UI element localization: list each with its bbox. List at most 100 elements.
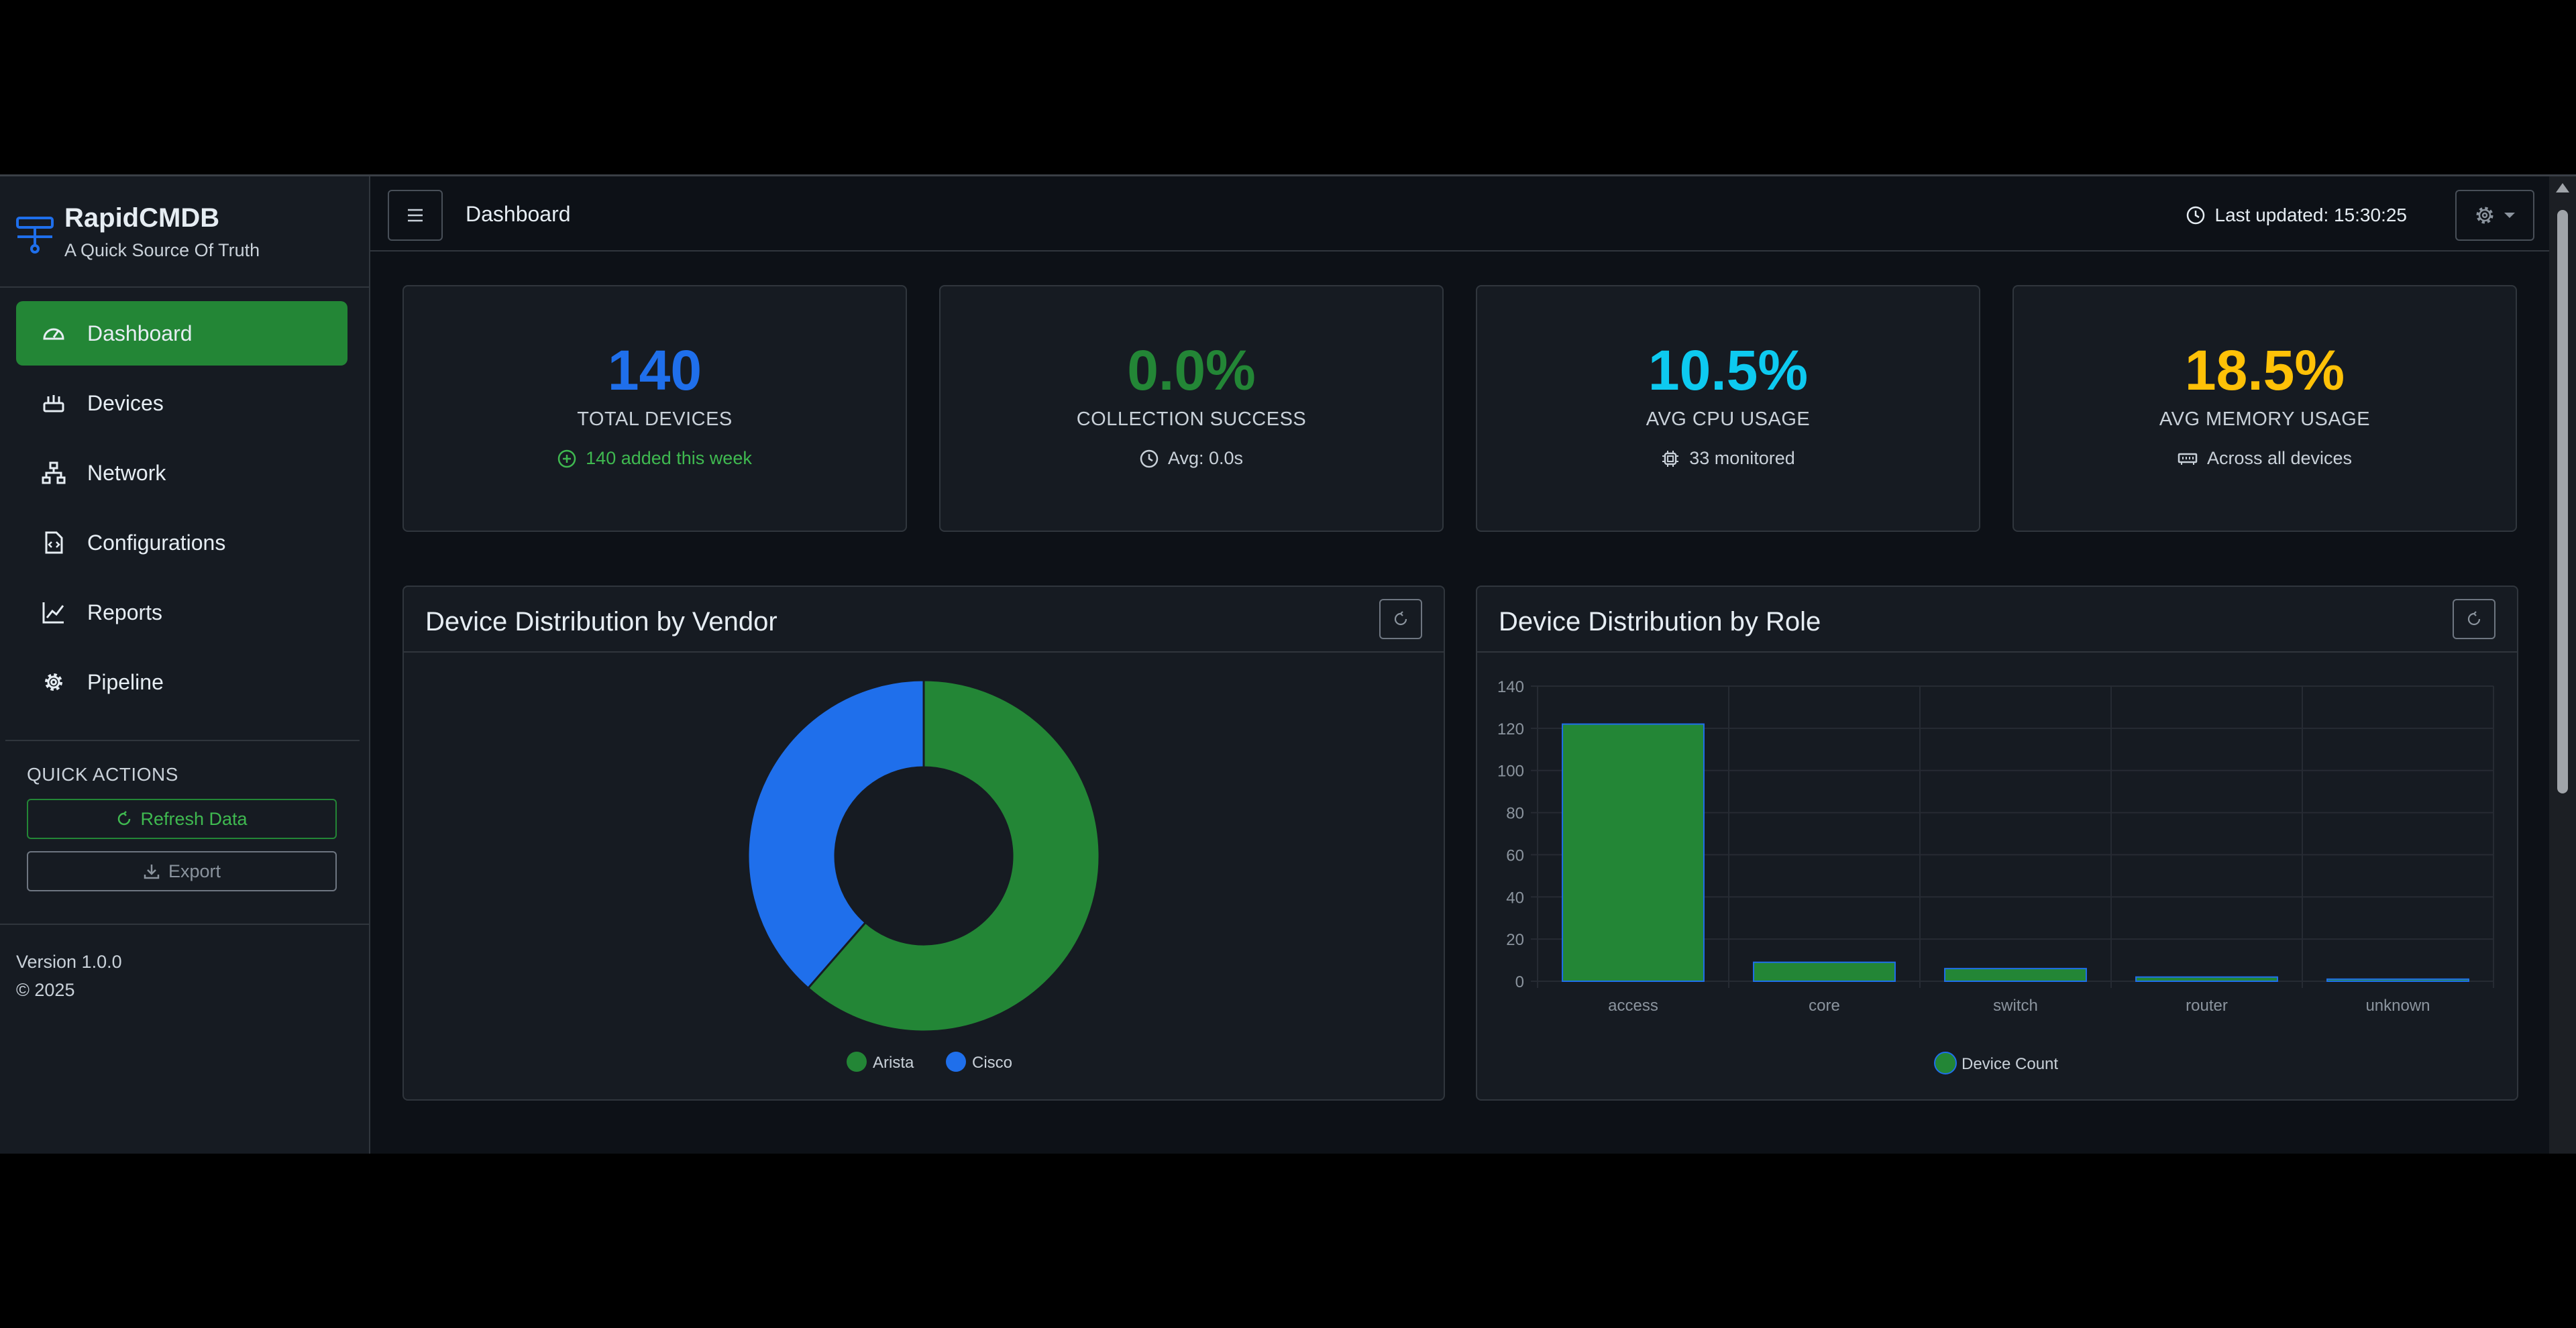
x-tick-label: unknown <box>2365 997 2430 1015</box>
stat-sub: Across all devices <box>2014 448 2516 469</box>
stat-sub: Avg: 0.0s <box>941 448 1442 469</box>
scrollbar[interactable] <box>2549 176 2576 1154</box>
speedometer-icon <box>42 321 66 345</box>
stat-label: AVG MEMORY USAGE <box>2159 408 2371 430</box>
bar-unknown[interactable] <box>2326 978 2469 983</box>
sidebar-item-network[interactable]: Network <box>16 441 347 505</box>
refresh-icon <box>1394 611 1407 626</box>
memory-icon <box>2178 453 2198 465</box>
app-window: RapidCMDB A Quick Source Of Truth Dashbo… <box>0 174 2576 1154</box>
stat-sub: 140 added this week <box>404 448 906 469</box>
stat-label: TOTAL DEVICES <box>577 408 733 430</box>
refresh-chart-button[interactable] <box>1379 599 1422 639</box>
legend-item-cisco[interactable]: Cisco <box>946 1052 1012 1072</box>
stat-label: COLLECTION SUCCESS <box>1076 408 1307 430</box>
legend-swatch <box>847 1052 867 1072</box>
sidebar-item-reports[interactable]: Reports <box>16 580 347 645</box>
stat-value: 0.0% <box>1127 339 1256 402</box>
bar-access[interactable] <box>1562 723 1705 982</box>
scroll-up-arrow-icon[interactable] <box>2556 183 2569 192</box>
refresh-chart-button[interactable] <box>2453 599 2496 639</box>
last-updated: Last updated: 15:30:25 <box>2186 205 2407 226</box>
sidebar-item-dashboard[interactable]: Dashboard <box>16 301 347 366</box>
file-code-icon <box>42 531 66 555</box>
caret-down-icon <box>2504 213 2515 218</box>
sidebar-item-label: Pipeline <box>87 669 164 694</box>
y-tick-label: 20 <box>1506 931 1524 949</box>
refresh-data-button[interactable]: Refresh Data <box>27 799 337 839</box>
copyright-text: © 2025 <box>16 980 75 1000</box>
sidebar: RapidCMDB A Quick Source Of Truth Dashbo… <box>0 176 370 1154</box>
last-updated-text: Last updated: 15:30:25 <box>2214 205 2407 225</box>
legend-label: Cisco <box>972 1054 1012 1072</box>
sidebar-item-label: Network <box>87 460 166 485</box>
bar-core[interactable] <box>1753 961 1896 983</box>
stat-card-total-devices: 140 TOTAL DEVICES 140 added this week <box>402 285 907 532</box>
stat-sub-text: 33 monitored <box>1689 448 1795 468</box>
legend-label: Arista <box>873 1054 914 1072</box>
vendor-distribution-card: Device Distribution by Vendor Arista Cisc… <box>402 586 1445 1101</box>
divider <box>0 286 370 288</box>
menu-toggle-button[interactable] <box>388 190 443 241</box>
diagram-icon <box>42 461 66 485</box>
page-title: Dashboard <box>466 202 571 226</box>
role-distribution-card: Device Distribution by Role 0 20 40 60 80 100… <box>1476 586 2518 1101</box>
stat-card-memory-usage: 18.5% AVG MEMORY USAGE Across all device… <box>2012 285 2517 532</box>
divider <box>0 924 370 925</box>
sidebar-item-devices[interactable]: Devices <box>16 371 347 435</box>
export-button[interactable]: Export <box>27 851 337 891</box>
legend-swatch <box>1934 1052 1957 1074</box>
export-label: Export <box>168 861 221 881</box>
brand[interactable]: RapidCMDB A Quick Source Of Truth <box>15 203 260 261</box>
stat-value: 18.5% <box>2184 339 2345 402</box>
sidebar-item-label: Reports <box>87 600 163 624</box>
sidebar-item-configurations[interactable]: Configurations <box>16 510 347 575</box>
sidebar-item-pipeline[interactable]: Pipeline <box>16 650 347 714</box>
x-tick-label: access <box>1608 997 1658 1015</box>
divider <box>5 740 360 741</box>
devices-icon <box>42 391 66 415</box>
y-tick-label: 100 <box>1497 763 1524 781</box>
card-title: Device Distribution by Vendor <box>425 607 777 637</box>
legend-item-arista[interactable]: Arista <box>847 1052 914 1072</box>
cpu-icon <box>1662 450 1679 467</box>
top-bar: Dashboard Last updated: 15:30:25 <box>370 176 2549 252</box>
y-tick-label: 0 <box>1515 973 1524 991</box>
network-server-icon <box>15 214 55 254</box>
hamburger-icon <box>408 209 423 222</box>
settings-dropdown-button[interactable] <box>2455 190 2534 241</box>
sidebar-item-label: Devices <box>87 390 164 415</box>
plus-circle-icon <box>557 449 576 467</box>
card-header: Device Distribution by Vendor <box>404 587 1444 653</box>
card-header: Device Distribution by Role <box>1477 587 2517 653</box>
stat-sub-text: Avg: 0.0s <box>1167 448 1244 468</box>
version-info: Version 1.0.0 © 2025 <box>16 948 122 1004</box>
x-tick-label: switch <box>1993 997 2038 1015</box>
refresh-icon <box>118 811 131 826</box>
clock-icon <box>1140 449 1159 467</box>
refresh-icon <box>2467 611 2481 626</box>
clock-icon <box>2186 206 2204 225</box>
bar-router[interactable] <box>2135 976 2278 983</box>
app-subtitle: A Quick Source Of Truth <box>64 240 260 260</box>
line-chart-icon <box>42 600 66 624</box>
card-title: Device Distribution by Role <box>1499 607 1821 637</box>
y-tick-label: 80 <box>1506 805 1524 823</box>
role-bar-chart: 0 20 40 60 80 100 120 140 access core switch router… <box>1497 678 2494 1074</box>
stat-sub-text: 140 added this week <box>586 448 752 468</box>
gear-icon <box>2476 207 2493 224</box>
y-tick-label: 120 <box>1497 720 1524 738</box>
sidebar-item-label: Dashboard <box>87 321 193 345</box>
legend-item-device-count[interactable]: Device Count <box>1934 1052 2058 1074</box>
legend-label: Device Count <box>1962 1055 2058 1073</box>
version-text: Version 1.0.0 <box>16 952 122 972</box>
bar-switch[interactable] <box>1944 968 2087 982</box>
x-tick-label: core <box>1809 997 1840 1015</box>
quick-actions-title: QUICK ACTIONS <box>27 764 178 785</box>
gear-icon <box>42 670 66 694</box>
scroll-thumb[interactable] <box>2557 210 2568 793</box>
x-tick-label: router <box>2186 997 2228 1015</box>
stat-sub: 33 monitored <box>1477 448 1979 469</box>
stat-card-cpu-usage: 10.5% AVG CPU USAGE 33 monitored <box>1476 285 1980 532</box>
stat-label: AVG CPU USAGE <box>1646 408 1811 430</box>
